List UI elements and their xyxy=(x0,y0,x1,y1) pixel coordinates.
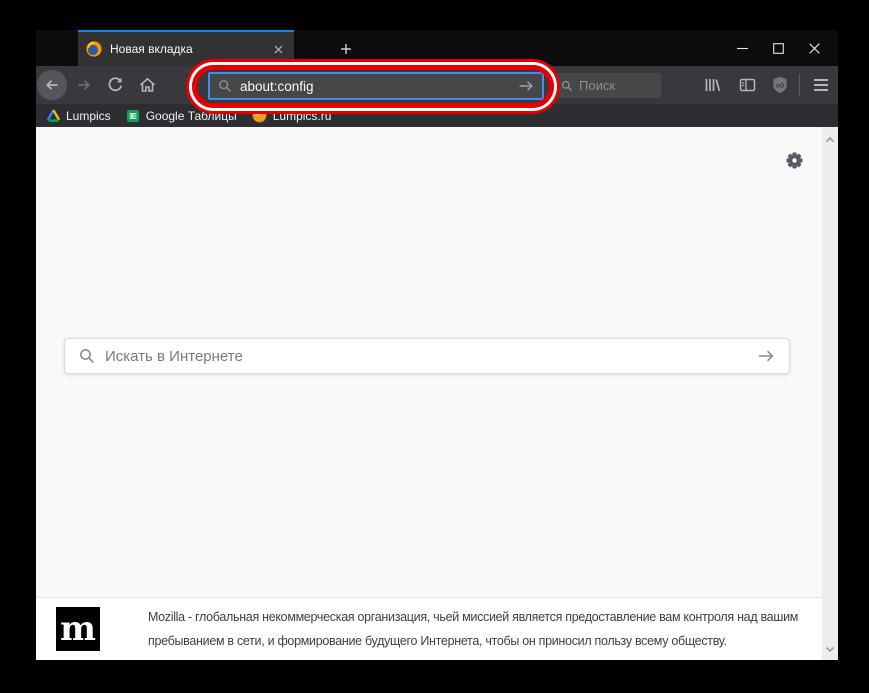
google-drive-icon xyxy=(46,109,60,122)
tab-new-tab[interactable]: Новая вкладка xyxy=(78,30,294,66)
home-button[interactable] xyxy=(133,71,161,99)
page-search-input[interactable] xyxy=(105,348,757,365)
lumpics-icon xyxy=(252,108,267,123)
page-settings-button[interactable] xyxy=(786,152,803,169)
forward-arrow-icon xyxy=(76,77,92,93)
maximize-button[interactable] xyxy=(760,36,796,60)
search-submit-arrow-icon[interactable] xyxy=(757,348,775,364)
ublock-badge-text: uO xyxy=(776,82,785,89)
toolbar-search[interactable] xyxy=(555,73,661,98)
page-search-bar[interactable] xyxy=(64,338,790,374)
ublock-button[interactable]: uO xyxy=(766,71,794,99)
back-button[interactable] xyxy=(37,70,67,100)
close-window-button[interactable] xyxy=(796,36,832,60)
nav-toolbar: uO xyxy=(36,66,838,104)
library-icon xyxy=(704,77,721,93)
reload-icon xyxy=(107,77,123,93)
sidebar-icon xyxy=(739,77,756,93)
hamburger-icon xyxy=(813,78,829,92)
menu-button[interactable] xyxy=(807,71,835,99)
reload-button[interactable] xyxy=(101,71,129,99)
scroll-up-icon[interactable] xyxy=(825,135,835,145)
bookmark-label: Lumpics.ru xyxy=(273,109,332,123)
mozilla-logo-letter: m xyxy=(60,612,96,646)
go-arrow-icon[interactable] xyxy=(518,79,534,93)
bookmark-lumpics-ru[interactable]: Lumpics.ru xyxy=(250,106,334,126)
address-bar[interactable] xyxy=(208,72,544,100)
mozilla-footer-text: Mozilla - глобальная некоммерческая орга… xyxy=(148,605,822,653)
bookmark-google-sheets[interactable]: Google Таблицы xyxy=(124,106,239,126)
bookmarks-bar: Lumpics Google Таблицы Lumpics.ru xyxy=(36,104,838,127)
home-icon xyxy=(139,77,156,93)
window-controls xyxy=(724,36,832,60)
gear-icon xyxy=(786,152,803,169)
scroll-down-icon[interactable] xyxy=(825,644,835,654)
new-tab-button[interactable] xyxy=(332,37,360,61)
search-icon xyxy=(218,79,232,93)
firefox-icon xyxy=(86,41,102,57)
forward-button[interactable] xyxy=(70,71,98,99)
tab-close-icon[interactable] xyxy=(268,39,288,59)
sidebar-button[interactable] xyxy=(733,71,761,99)
library-button[interactable] xyxy=(698,71,726,99)
bookmark-label: Lumpics xyxy=(66,109,111,123)
ublock-shield-icon: uO xyxy=(771,76,789,94)
toolbar-search-input[interactable] xyxy=(579,78,655,93)
bookmark-label: Google Таблицы xyxy=(146,109,237,123)
mozilla-logo[interactable]: m xyxy=(56,607,100,651)
google-sheets-icon xyxy=(126,109,140,123)
tab-title: Новая вкладка xyxy=(110,42,264,56)
bookmark-lumpics[interactable]: Lumpics xyxy=(44,106,113,126)
titlebar: Новая вкладка xyxy=(36,30,838,66)
scrollbar[interactable] xyxy=(822,127,838,660)
back-arrow-icon xyxy=(44,77,60,93)
address-input[interactable] xyxy=(240,79,518,94)
browser-window: Новая вкладка xyxy=(36,30,838,660)
new-tab-page: m Mozilla - глобальная некоммерческая ор… xyxy=(36,127,838,660)
toolbar-divider xyxy=(799,74,800,96)
minimize-button[interactable] xyxy=(724,36,760,60)
search-icon xyxy=(79,348,95,364)
mozilla-footer: m Mozilla - глобальная некоммерческая ор… xyxy=(36,597,822,660)
search-icon xyxy=(561,80,573,92)
